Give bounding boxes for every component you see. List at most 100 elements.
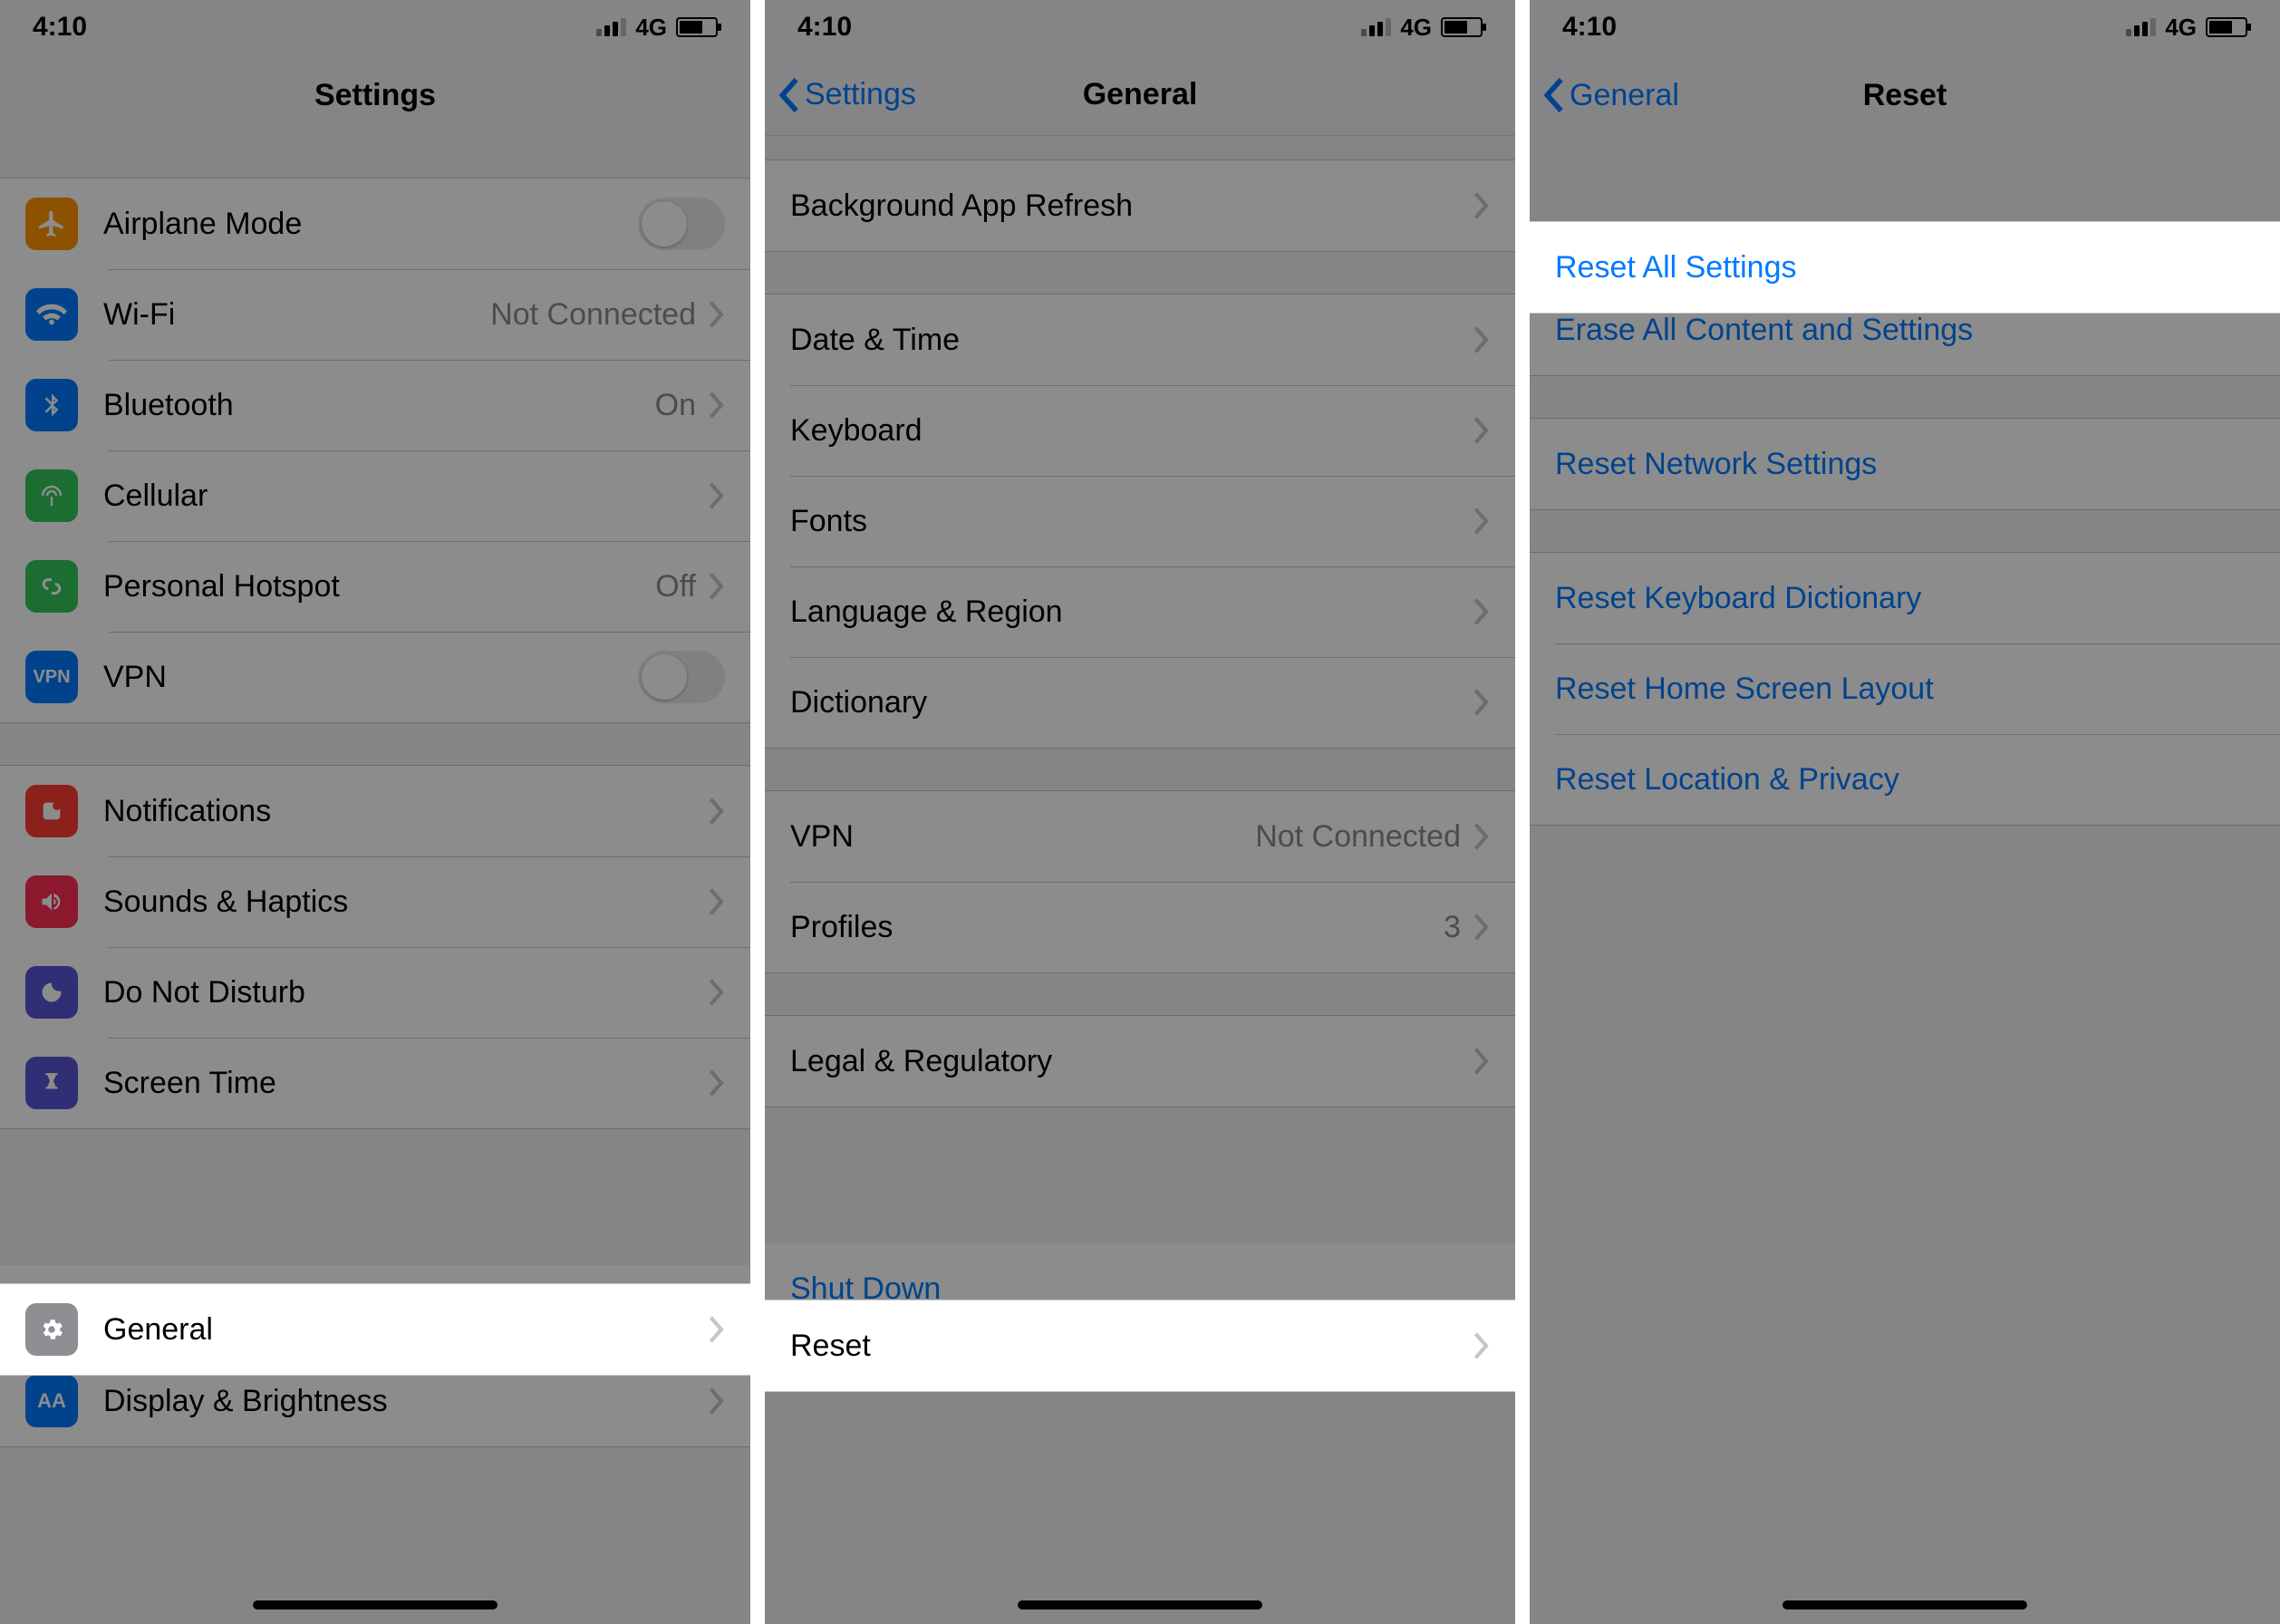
- row-wifi[interactable]: Wi-Fi Not Connected: [0, 269, 750, 360]
- row-reset-keyboard-dict[interactable]: Reset Keyboard Dictionary: [1530, 553, 2280, 643]
- row-general[interactable]: General: [0, 1284, 750, 1375]
- row-dictionary[interactable]: Dictionary: [765, 657, 1515, 748]
- label: Erase All Content and Settings: [1555, 313, 2255, 348]
- battery-icon: [676, 17, 718, 37]
- page-title: Reset: [1863, 78, 1947, 113]
- airplane-toggle[interactable]: [638, 198, 725, 250]
- home-indicator[interactable]: [1018, 1600, 1262, 1610]
- status-bar: 4:10 4G: [765, 0, 1515, 54]
- row-legal[interactable]: Legal & Regulatory: [765, 1016, 1515, 1107]
- settings-screen: 4:10 4G Settings Airplane Mode Wi-Fi: [0, 0, 750, 1624]
- screentime-icon: [25, 1057, 78, 1109]
- label: Bluetooth: [103, 388, 655, 423]
- label: Reset Home Screen Layout: [1555, 672, 2255, 707]
- label: Notifications: [103, 794, 709, 829]
- status-network: 4G: [2165, 14, 2197, 42]
- row-profiles[interactable]: Profiles 3: [765, 882, 1515, 972]
- row-reset-all-settings[interactable]: Reset All Settings: [1530, 222, 2280, 313]
- chevron-right-icon: [709, 1316, 725, 1343]
- row-reset-network[interactable]: Reset Network Settings: [1530, 419, 2280, 509]
- hotspot-icon: [25, 560, 78, 613]
- status-network: 4G: [635, 14, 667, 42]
- row-reset-home-layout[interactable]: Reset Home Screen Layout: [1530, 643, 2280, 734]
- back-button[interactable]: General: [1542, 54, 1679, 136]
- row-notifications[interactable]: Notifications: [0, 766, 750, 856]
- page-title: Settings: [314, 78, 436, 113]
- row-airplane-mode[interactable]: Airplane Mode: [0, 179, 750, 269]
- cellular-icon: [25, 469, 78, 522]
- vpn-toggle[interactable]: [638, 651, 725, 703]
- status-time: 4:10: [1562, 12, 1617, 43]
- chevron-right-icon: [709, 798, 725, 825]
- row-vpn[interactable]: VPN VPN: [0, 632, 750, 722]
- nav-bar: Settings: [0, 54, 750, 136]
- status-bar: 4:10 4G: [1530, 0, 2280, 54]
- row-bluetooth[interactable]: Bluetooth On: [0, 360, 750, 450]
- label: Background App Refresh: [790, 188, 1473, 224]
- chevron-right-icon: [1473, 192, 1490, 219]
- battery-icon: [1441, 17, 1483, 37]
- label: Reset: [790, 1329, 1473, 1364]
- label: Reset All Settings: [1555, 250, 2255, 285]
- row-keyboard[interactable]: Keyboard: [765, 385, 1515, 476]
- label: Profiles: [790, 910, 1444, 945]
- row-sounds[interactable]: Sounds & Haptics: [0, 856, 750, 947]
- chevron-right-icon: [709, 301, 725, 328]
- bluetooth-icon: [25, 379, 78, 431]
- row-reset-location-privacy[interactable]: Reset Location & Privacy: [1530, 734, 2280, 825]
- back-button[interactable]: Settings: [778, 54, 916, 135]
- row-language-region[interactable]: Language & Region: [765, 566, 1515, 657]
- row-date-time[interactable]: Date & Time: [765, 295, 1515, 385]
- label: General: [103, 1312, 709, 1348]
- row-cellular[interactable]: Cellular: [0, 450, 750, 541]
- general-screen: 4:10 4G Settings General Background App …: [765, 0, 1515, 1624]
- chevron-right-icon: [709, 573, 725, 600]
- row-fonts[interactable]: Fonts: [765, 476, 1515, 566]
- display-icon: AA: [25, 1375, 78, 1427]
- chevron-right-icon: [1473, 598, 1490, 625]
- label: Keyboard: [790, 413, 1473, 449]
- row-personal-hotspot[interactable]: Personal Hotspot Off: [0, 541, 750, 632]
- row-bg-app-refresh[interactable]: Background App Refresh: [765, 160, 1515, 251]
- label: Dictionary: [790, 685, 1473, 720]
- general-icon: [25, 1303, 78, 1356]
- row-vpn[interactable]: VPN Not Connected: [765, 791, 1515, 882]
- label: Language & Region: [790, 594, 1473, 630]
- chevron-right-icon: [709, 392, 725, 419]
- home-indicator[interactable]: [1782, 1600, 2027, 1610]
- row-screen-time[interactable]: Screen Time: [0, 1038, 750, 1128]
- nav-bar: Settings General: [765, 54, 1515, 136]
- back-label: Settings: [805, 77, 916, 112]
- sounds-icon: [25, 875, 78, 928]
- chevron-right-icon: [709, 482, 725, 509]
- label: Cellular: [103, 478, 709, 514]
- label: Reset Keyboard Dictionary: [1555, 581, 2255, 616]
- wifi-icon: [25, 288, 78, 341]
- nav-bar: General Reset: [1530, 54, 2280, 136]
- battery-icon: [2206, 17, 2247, 37]
- row-do-not-disturb[interactable]: Do Not Disturb: [0, 947, 750, 1038]
- chevron-right-icon: [709, 979, 725, 1006]
- status-bar: 4:10 4G: [0, 0, 750, 54]
- label: Do Not Disturb: [103, 975, 709, 1010]
- back-label: General: [1570, 78, 1679, 113]
- chevron-right-icon: [709, 1069, 725, 1097]
- signal-icon: [2126, 18, 2156, 36]
- home-indicator[interactable]: [253, 1600, 498, 1610]
- chevron-right-icon: [1473, 823, 1490, 850]
- signal-icon: [1361, 18, 1391, 36]
- label: Reset Network Settings: [1555, 447, 2255, 482]
- status-time: 4:10: [797, 12, 852, 43]
- chevron-right-icon: [1473, 1048, 1490, 1075]
- row-reset[interactable]: Reset: [765, 1300, 1515, 1391]
- dnd-icon: [25, 966, 78, 1019]
- chevron-right-icon: [1473, 689, 1490, 716]
- label: Fonts: [790, 504, 1473, 539]
- label: VPN: [103, 660, 638, 695]
- signal-icon: [596, 18, 626, 36]
- label: Airplane Mode: [103, 207, 638, 242]
- label: Date & Time: [790, 323, 1473, 358]
- chevron-right-icon: [1473, 326, 1490, 353]
- value: Not Connected: [490, 297, 696, 333]
- chevron-right-icon: [1473, 1332, 1490, 1359]
